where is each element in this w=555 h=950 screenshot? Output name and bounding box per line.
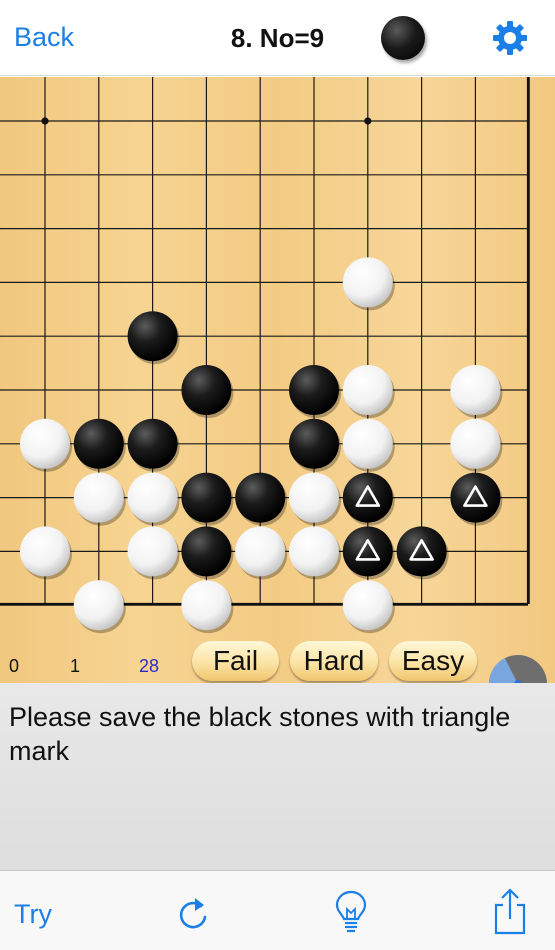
black-stone[interactable] bbox=[127, 311, 180, 365]
star-point bbox=[41, 117, 49, 125]
white-stone[interactable] bbox=[127, 472, 180, 526]
black-stone[interactable] bbox=[289, 418, 341, 472]
easy-count: 28 bbox=[139, 656, 160, 676]
white-stone[interactable] bbox=[342, 418, 395, 472]
black-stone[interactable] bbox=[181, 472, 234, 526]
black-stone[interactable] bbox=[450, 472, 503, 526]
black-stone[interactable] bbox=[235, 472, 288, 526]
progress-pie bbox=[489, 655, 547, 684]
black-stone[interactable] bbox=[73, 418, 126, 472]
prompt-panel: Please save the black stones with triang… bbox=[0, 683, 555, 871]
hard-count: 1 bbox=[70, 656, 81, 676]
bottom-toolbar: Try bbox=[0, 871, 555, 950]
white-stone[interactable] bbox=[342, 365, 395, 418]
easy-button[interactable]: Easy bbox=[389, 641, 477, 681]
white-stone[interactable] bbox=[181, 580, 234, 634]
page-title: 8. No=9 bbox=[230, 23, 325, 53]
star-point bbox=[364, 117, 372, 125]
black-stone[interactable] bbox=[289, 365, 341, 418]
black-stone[interactable] bbox=[342, 526, 395, 580]
white-stone[interactable] bbox=[20, 526, 72, 580]
white-stone[interactable] bbox=[289, 526, 341, 580]
black-stone[interactable] bbox=[396, 526, 449, 580]
white-stone[interactable] bbox=[73, 580, 126, 634]
hard-button[interactable]: Hard bbox=[290, 641, 378, 681]
try-button[interactable]: Try bbox=[14, 899, 52, 930]
black-stone[interactable] bbox=[127, 418, 180, 472]
go-board[interactable] bbox=[0, 77, 555, 683]
problem-instruction: Please save the black stones with triang… bbox=[9, 702, 511, 766]
white-stone[interactable] bbox=[450, 418, 503, 472]
lightbulb-icon[interactable] bbox=[334, 889, 368, 935]
black-stone[interactable] bbox=[181, 526, 234, 580]
gear-icon[interactable] bbox=[492, 20, 528, 56]
white-stone[interactable] bbox=[342, 257, 395, 311]
white-stone[interactable] bbox=[342, 580, 395, 634]
white-stone[interactable] bbox=[20, 418, 72, 472]
nav-bar: Back 8. No=9 bbox=[0, 0, 555, 76]
redo-icon[interactable] bbox=[174, 893, 212, 933]
black-stone[interactable] bbox=[342, 472, 395, 526]
white-stone[interactable] bbox=[289, 472, 341, 526]
white-stone[interactable] bbox=[73, 472, 126, 526]
fail-button[interactable]: Fail bbox=[192, 641, 279, 681]
fail-count: 0 bbox=[9, 656, 20, 676]
white-stone[interactable] bbox=[127, 526, 180, 580]
black-stone-icon bbox=[381, 16, 425, 60]
back-button[interactable]: Back bbox=[14, 22, 74, 53]
board-grid[interactable] bbox=[0, 77, 555, 683]
black-stone[interactable] bbox=[181, 365, 234, 418]
share-icon[interactable] bbox=[492, 887, 528, 937]
white-stone[interactable] bbox=[450, 365, 503, 418]
white-stone[interactable] bbox=[235, 526, 288, 580]
